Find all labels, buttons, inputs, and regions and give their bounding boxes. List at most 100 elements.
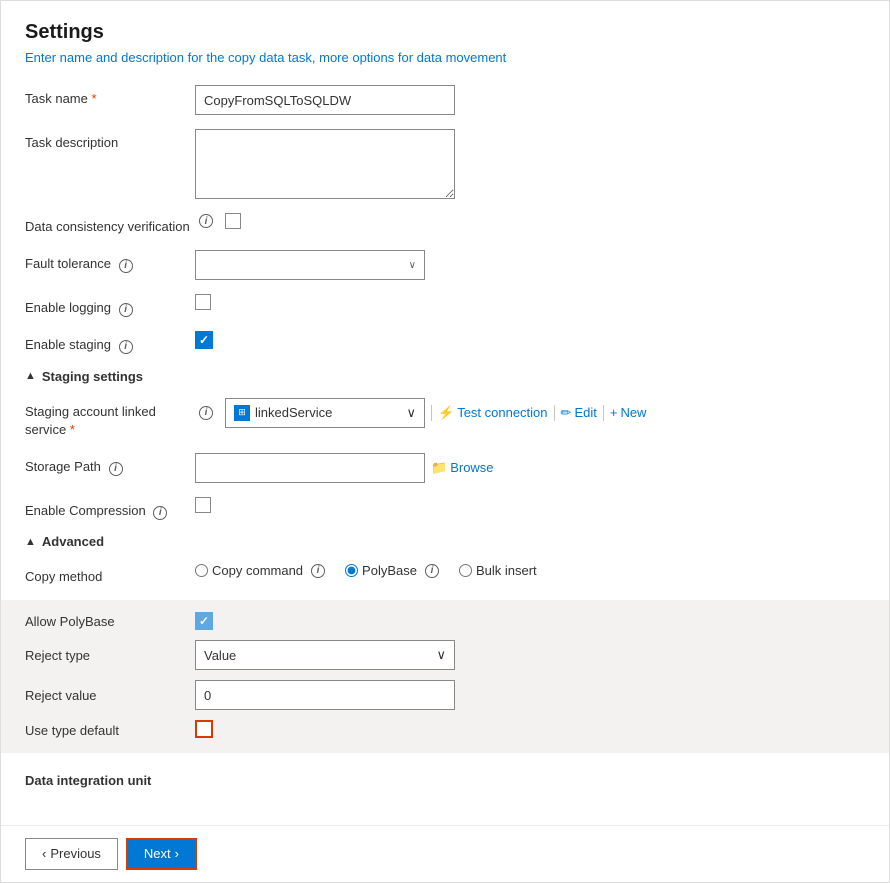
fault-tolerance-control: ∨	[195, 250, 865, 280]
use-type-default-value	[195, 720, 865, 741]
staging-account-label: Staging account linked service *	[25, 398, 195, 439]
data-integration-row: Data integration unit	[25, 767, 865, 790]
storage-path-input[interactable]	[195, 453, 425, 483]
enable-compression-checkbox[interactable]	[195, 497, 211, 513]
copy-method-control: Copy command i PolyBase i Bulk insert	[195, 563, 865, 578]
staging-linked-service-dropdown[interactable]: ⊞ linkedService ∨	[225, 398, 425, 428]
subtitle-link[interactable]: Enter name and description for the copy …	[25, 50, 865, 65]
copy-method-row: Copy method Copy command i PolyBase i	[25, 563, 865, 586]
staging-collapse-icon[interactable]: ▲	[25, 370, 36, 382]
reject-value-value	[195, 680, 865, 710]
reject-value-input[interactable]	[195, 680, 455, 710]
task-description-control	[195, 129, 865, 199]
copy-command-option[interactable]: Copy command i	[195, 563, 331, 578]
enable-staging-row: Enable staging i	[25, 331, 865, 354]
enable-compression-info-icon[interactable]: i	[153, 506, 167, 520]
storage-path-info-icon[interactable]: i	[109, 462, 123, 476]
data-consistency-row: Data consistency verification i	[25, 213, 865, 236]
enable-staging-control	[195, 331, 865, 349]
enable-logging-control	[195, 294, 865, 310]
storage-path-control: 📁 Browse	[195, 453, 865, 483]
previous-arrow-icon: ‹	[42, 846, 46, 861]
polybase-section: Allow PolyBase Reject type Value ∨ Rejec…	[1, 600, 889, 753]
task-description-label: Task description	[25, 129, 195, 152]
fault-tolerance-label: Fault tolerance i	[25, 250, 195, 273]
task-name-control	[195, 85, 865, 115]
allow-polybase-label: Allow PolyBase	[25, 614, 195, 629]
linked-service-chevron-icon: ∨	[406, 405, 416, 421]
reject-type-row: Reject type Value ∨	[25, 640, 865, 670]
polybase-info-icon[interactable]: i	[425, 564, 439, 578]
task-name-input[interactable]	[195, 85, 455, 115]
task-name-label: Task name *	[25, 85, 195, 108]
reject-value-row: Reject value	[25, 680, 865, 710]
copy-command-info-icon[interactable]: i	[311, 564, 325, 578]
divider2	[554, 405, 555, 421]
test-connection-link[interactable]: ⚡ Test connection	[438, 405, 548, 421]
storage-path-label: Storage Path i	[25, 453, 195, 476]
reject-type-label: Reject type	[25, 648, 195, 663]
copy-command-radio[interactable]	[195, 564, 208, 577]
copy-method-label: Copy method	[25, 563, 195, 586]
polybase-radio[interactable]	[345, 564, 358, 577]
storage-path-row: Storage Path i 📁 Browse	[25, 453, 865, 483]
task-name-row: Task name *	[25, 85, 865, 115]
content-area: Settings Enter name and description for …	[1, 1, 889, 825]
enable-logging-row: Enable logging i	[25, 294, 865, 317]
browse-link[interactable]: 📁 Browse	[431, 460, 494, 476]
allow-polybase-row: Allow PolyBase	[25, 612, 865, 630]
fault-tolerance-info-icon[interactable]: i	[119, 259, 133, 273]
enable-logging-checkbox[interactable]	[195, 294, 211, 310]
edit-icon: ✏	[561, 405, 572, 421]
data-consistency-control: i	[195, 213, 865, 229]
enable-compression-control	[195, 497, 865, 513]
next-button[interactable]: Next ›	[126, 838, 197, 870]
previous-button[interactable]: ‹ Previous	[25, 838, 118, 870]
task-description-input[interactable]	[195, 129, 455, 199]
staging-settings-header: ▲ Staging settings	[25, 369, 865, 384]
staging-account-info-icon[interactable]: i	[199, 406, 213, 420]
data-consistency-checkbox[interactable]	[225, 213, 241, 229]
enable-staging-label: Enable staging i	[25, 331, 195, 354]
new-plus-icon: +	[610, 405, 618, 420]
folder-icon: 📁	[431, 460, 447, 476]
new-link[interactable]: + New	[610, 405, 647, 420]
task-description-row: Task description	[25, 129, 865, 199]
use-type-default-checkbox[interactable]	[195, 720, 213, 738]
edit-link[interactable]: ✏ Edit	[561, 405, 597, 421]
enable-logging-info-icon[interactable]: i	[119, 303, 133, 317]
bulk-insert-option[interactable]: Bulk insert	[459, 563, 537, 578]
divider3	[603, 405, 604, 421]
data-integration-label: Data integration unit	[25, 767, 195, 790]
fault-tolerance-row: Fault tolerance i ∨	[25, 250, 865, 280]
advanced-collapse-icon[interactable]: ▲	[25, 536, 36, 548]
divider	[431, 405, 432, 421]
enable-staging-checkbox[interactable]	[195, 331, 213, 349]
linked-service-icon: ⊞	[234, 405, 250, 421]
use-type-default-label: Use type default	[25, 723, 195, 738]
reject-type-dropdown[interactable]: Value ∨	[195, 640, 455, 670]
page-title: Settings	[25, 21, 865, 44]
staging-account-control: i ⊞ linkedService ∨ ⚡ Test connection ✏ …	[195, 398, 865, 428]
footer: ‹ Previous Next ›	[1, 825, 889, 882]
fault-tolerance-dropdown[interactable]: ∨	[195, 250, 425, 280]
fault-tolerance-chevron-icon: ∨	[409, 260, 416, 271]
settings-page: Settings Enter name and description for …	[0, 0, 890, 883]
enable-compression-label: Enable Compression i	[25, 497, 195, 520]
test-connection-icon: ⚡	[438, 405, 454, 421]
allow-polybase-value	[195, 612, 865, 630]
polybase-option[interactable]: PolyBase i	[345, 563, 445, 578]
enable-logging-label: Enable logging i	[25, 294, 195, 317]
allow-polybase-checkbox[interactable]	[195, 612, 213, 630]
use-type-default-row: Use type default	[25, 720, 865, 741]
enable-compression-row: Enable Compression i	[25, 497, 865, 520]
data-consistency-info-icon[interactable]: i	[199, 214, 213, 228]
reject-type-chevron-icon: ∨	[436, 647, 446, 663]
reject-value-label: Reject value	[25, 688, 195, 703]
advanced-header: ▲ Advanced	[25, 534, 865, 549]
staging-account-row: Staging account linked service * i ⊞ lin…	[25, 398, 865, 439]
next-arrow-icon: ›	[175, 846, 179, 861]
enable-staging-info-icon[interactable]: i	[119, 340, 133, 354]
bulk-insert-radio[interactable]	[459, 564, 472, 577]
data-consistency-label: Data consistency verification	[25, 213, 195, 236]
